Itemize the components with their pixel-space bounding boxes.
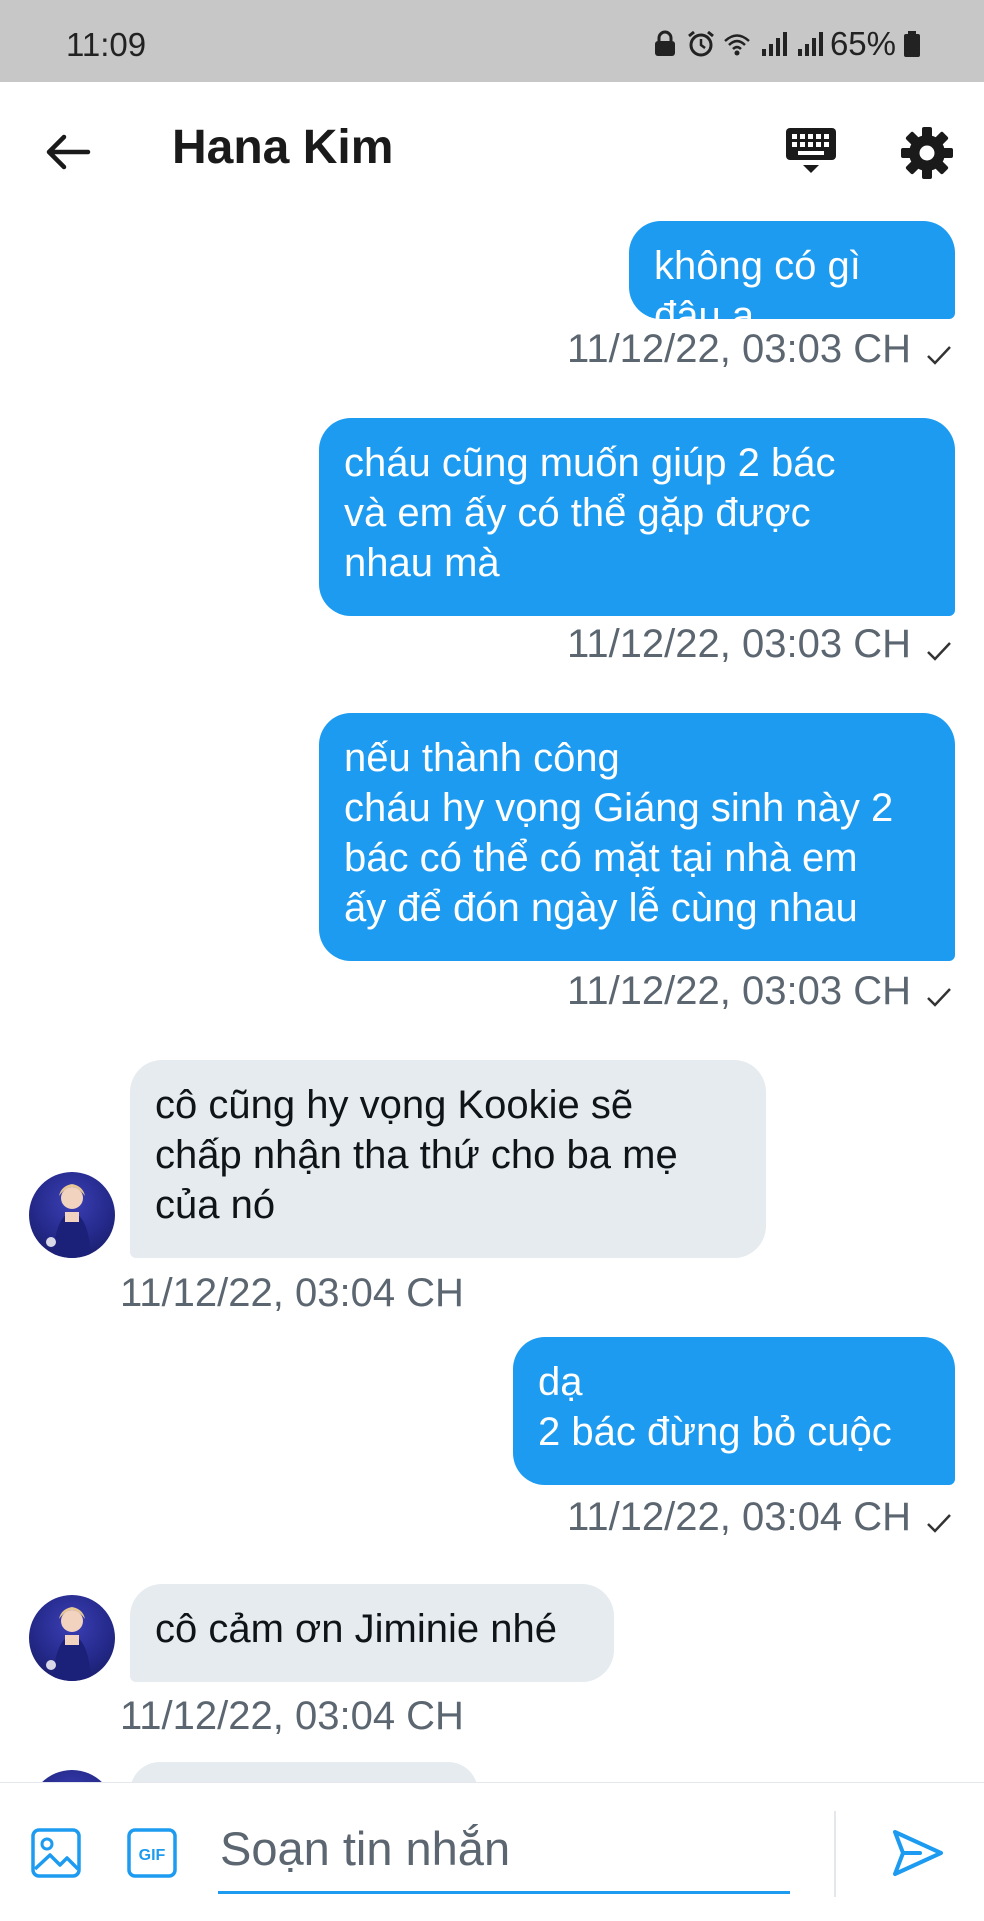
avatar[interactable] (29, 1770, 115, 1782)
image-icon (31, 1828, 81, 1878)
back-arrow-icon (46, 134, 91, 170)
message-timestamp: 11/12/22, 03:04 CH (567, 1495, 911, 1539)
alarm-icon (686, 29, 716, 59)
signal-icon (758, 29, 788, 59)
checkmark-icon (927, 1514, 951, 1533)
message-bubble-incoming[interactable] (130, 1762, 478, 1782)
gif-icon: GIF (127, 1828, 177, 1878)
add-gif-button[interactable]: GIF (126, 1827, 178, 1879)
battery-percent: 65% (829, 25, 896, 62)
message-bubble-outgoing[interactable]: không có gì đâu ạ (629, 221, 955, 338)
page-title: Hana Kim (172, 121, 394, 174)
message-bubble-incoming[interactable]: cô cảm ơn Jiminie nhé (130, 1584, 614, 1682)
message-bubble-outgoing[interactable]: cháu cũng muốn giúp 2 bác và em ấy có th… (319, 418, 955, 616)
contact-photo (46, 1184, 91, 1258)
message-timestamp: 11/12/22, 03:04 CH (120, 1271, 464, 1315)
status-icons: 65% (650, 24, 922, 64)
wifi-icon (722, 29, 752, 59)
status-time: 11:09 (66, 26, 147, 63)
checkmark-icon (927, 642, 951, 661)
checkmark-icon (927, 346, 951, 365)
message-bubble-outgoing[interactable]: nếu thành công cháu hy vọng Giáng sinh n… (319, 713, 955, 961)
keyboard-icon (786, 128, 836, 173)
signal-icon (794, 29, 824, 59)
lock-icon (650, 29, 680, 59)
send-button[interactable] (890, 1825, 946, 1881)
svg-text:GIF: GIF (139, 1847, 166, 1864)
message-composer: GIF (0, 1782, 984, 1921)
message-bubble-incoming[interactable]: cô cũng hy vọng Kookie sẽ chấp nhận tha … (130, 1060, 766, 1258)
avatar[interactable] (29, 1595, 115, 1681)
message-input[interactable] (218, 1805, 790, 1894)
checkmark-icon (927, 988, 951, 1007)
message-list[interactable]: không có gì đâu ạ 11/12/22, 03:03 CH chá… (0, 217, 984, 1782)
battery-icon (902, 29, 922, 59)
keyboard-shortcuts-button[interactable] (783, 122, 839, 178)
message-timestamp: 11/12/22, 03:04 CH (120, 1694, 464, 1738)
message-timestamp: 11/12/22, 03:03 CH (567, 622, 911, 666)
contact-photo (46, 1607, 91, 1681)
chat-header: Hana Kim (0, 82, 984, 217)
add-image-button[interactable] (30, 1827, 82, 1879)
message-bubble-outgoing[interactable]: dạ 2 bác đừng bỏ cuộc (513, 1337, 955, 1485)
settings-button[interactable] (900, 126, 954, 180)
send-icon (893, 1830, 943, 1876)
message-timestamp: 11/12/22, 03:03 CH (567, 327, 911, 371)
back-button[interactable] (40, 124, 96, 180)
avatar[interactable] (29, 1172, 115, 1258)
divider (834, 1811, 836, 1897)
status-bar: 11:09 65% (0, 0, 984, 82)
gear-icon (901, 127, 953, 179)
message-timestamp: 11/12/22, 03:03 CH (567, 969, 911, 1013)
